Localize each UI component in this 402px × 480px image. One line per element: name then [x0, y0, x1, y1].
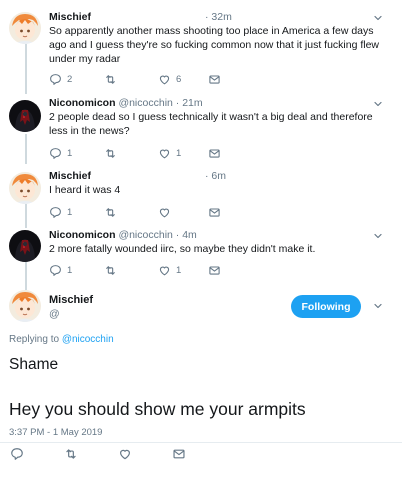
reply-icon: [10, 447, 24, 461]
tweet-3[interactable]: Mischief · 6m I heard it was 4 1: [0, 164, 402, 226]
like-button[interactable]: 1: [158, 263, 181, 277]
like-button[interactable]: 1: [158, 146, 181, 160]
message-icon: [172, 447, 186, 461]
message-icon: [208, 206, 221, 219]
like-icon: [118, 447, 132, 461]
chevron-down-icon[interactable]: [372, 98, 384, 110]
reply-count: 2: [67, 73, 73, 85]
reply-icon: [49, 264, 62, 277]
author-name[interactable]: Niconomicon @nicocchin · 4m: [49, 229, 197, 241]
retweet-button[interactable]: [104, 205, 117, 219]
tweet-text-line-1: Shame: [9, 356, 59, 373]
tweet-actions: 1 1: [49, 263, 249, 277]
tweet-actions: 1: [49, 205, 249, 219]
main-tweet-actions: [0, 447, 402, 463]
like-button[interactable]: 6: [158, 72, 181, 86]
retweet-button[interactable]: [104, 263, 117, 277]
tweet-text: So apparently another mass shooting too …: [49, 25, 380, 65]
retweet-icon: [104, 147, 117, 160]
avatar[interactable]: [9, 230, 41, 262]
author-name[interactable]: Mischief: [49, 11, 91, 23]
reply-button[interactable]: 1: [49, 146, 72, 160]
retweet-icon: [104, 264, 117, 277]
reply-button[interactable]: [10, 447, 24, 461]
message-icon: [208, 147, 221, 160]
tweet-actions: 2 6: [49, 72, 249, 86]
like-count: 6: [176, 73, 182, 85]
like-count: 1: [176, 264, 182, 276]
replying-to-link[interactable]: @nicocchin: [62, 334, 114, 345]
chevron-down-icon[interactable]: [372, 230, 384, 242]
retweet-icon: [64, 447, 78, 461]
retweet-icon: [104, 206, 117, 219]
reply-icon: [49, 147, 62, 160]
reply-icon: [49, 73, 62, 86]
author-handle: @nicocchin · 21m: [118, 97, 203, 109]
message-button[interactable]: [208, 263, 221, 277]
author-name[interactable]: Niconomicon @nicocchin · 21m: [49, 97, 203, 109]
retweet-button[interactable]: [104, 72, 117, 86]
retweet-button[interactable]: [104, 146, 117, 160]
avatar[interactable]: [9, 290, 41, 322]
chevron-down-icon[interactable]: [372, 300, 384, 312]
message-button[interactable]: [208, 72, 221, 86]
author-name[interactable]: Mischief: [49, 170, 91, 182]
like-icon: [158, 264, 171, 277]
reply-count: 1: [67, 206, 73, 218]
following-button[interactable]: Following: [291, 295, 361, 318]
author-handle: @nicocchin · 4m: [118, 229, 197, 241]
divider: [0, 442, 402, 443]
message-button[interactable]: [208, 205, 221, 219]
retweet-button[interactable]: [64, 447, 78, 461]
reply-count: 1: [67, 147, 73, 159]
tweet-time[interactable]: · 32m: [205, 11, 232, 23]
message-button[interactable]: [172, 447, 186, 461]
tweet-1[interactable]: Mischief · 32m So apparently another mas…: [0, 0, 402, 92]
tweet-text-line-2: Hey you should show me your armpits: [9, 399, 306, 419]
message-button[interactable]: [208, 146, 221, 160]
tweet-time[interactable]: · 6m: [205, 170, 226, 182]
avatar[interactable]: [9, 100, 41, 132]
reply-button[interactable]: 1: [49, 263, 72, 277]
tweet-text: 2 people dead so I guess technically it …: [49, 111, 373, 137]
tweet-actions: 1 1: [49, 146, 249, 160]
like-count: 1: [176, 147, 182, 159]
avatar[interactable]: [9, 172, 41, 204]
message-icon: [208, 264, 221, 277]
reply-button[interactable]: 2: [49, 72, 72, 86]
tweet-timestamp[interactable]: 3:37 PM - 1 May 2019: [9, 427, 102, 438]
like-icon: [158, 73, 171, 86]
retweet-icon: [104, 73, 117, 86]
like-icon: [158, 147, 171, 160]
author-handle[interactable]: @: [49, 308, 60, 320]
reply-button[interactable]: 1: [49, 205, 72, 219]
tweet-text: 2 more fatally wounded iirc, so maybe th…: [49, 243, 316, 255]
like-button[interactable]: [118, 447, 132, 461]
chevron-down-icon[interactable]: [372, 12, 384, 24]
tweet-4[interactable]: Niconomicon @nicocchin · 4m 2 more fatal…: [0, 226, 402, 288]
like-icon: [158, 206, 171, 219]
avatar[interactable]: [9, 12, 41, 44]
replying-to: Replying to @nicocchin: [9, 334, 114, 345]
tweet-2[interactable]: Niconomicon @nicocchin · 21m 2 people de…: [0, 92, 402, 164]
author-name[interactable]: Mischief: [49, 294, 93, 306]
reply-count: 1: [67, 264, 73, 276]
like-button[interactable]: [158, 205, 171, 219]
tweet-text: I heard it was 4: [49, 184, 121, 196]
message-icon: [208, 73, 221, 86]
reply-icon: [49, 206, 62, 219]
